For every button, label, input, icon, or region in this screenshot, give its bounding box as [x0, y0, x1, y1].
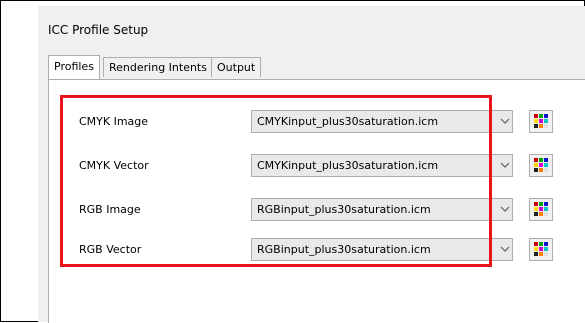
tab-rendering-intents[interactable]: Rendering Intents [103, 57, 213, 77]
dialog-title: ICC Profile Setup [48, 23, 149, 37]
cmyk-image-color-button[interactable] [529, 110, 553, 133]
profiles-panel: CMYK Image CMYKinput_plus30saturation.ic… [48, 79, 585, 323]
chevron-down-icon [500, 118, 510, 124]
rgb-image-color-button[interactable] [529, 198, 553, 221]
cmyk-image-profile-value: CMYKinput_plus30saturation.icm [257, 115, 439, 128]
color-palette-icon [534, 242, 548, 256]
chevron-down-icon [500, 206, 510, 212]
color-palette-icon [534, 114, 548, 128]
cmyk-vector-profile-value: CMYKinput_plus30saturation.icm [257, 159, 439, 172]
tab-output[interactable]: Output [211, 57, 262, 77]
tab-profiles[interactable]: Profiles [48, 55, 100, 79]
rgb-image-label: RGB Image [79, 203, 141, 216]
rgb-image-profile-value: RGBinput_plus30saturation.icm [257, 203, 431, 216]
color-palette-icon [534, 158, 548, 172]
rgb-image-profile-select[interactable]: RGBinput_plus30saturation.icm [251, 198, 513, 221]
chevron-down-icon [500, 246, 510, 252]
cmyk-vector-label: CMYK Vector [79, 159, 149, 172]
cmyk-vector-color-button[interactable] [529, 154, 553, 177]
rgb-vector-color-button[interactable] [529, 238, 553, 261]
cmyk-vector-profile-select[interactable]: CMYKinput_plus30saturation.icm [251, 154, 513, 177]
cmyk-image-label: CMYK Image [79, 115, 149, 128]
chevron-down-icon [500, 162, 510, 168]
cmyk-image-profile-select[interactable]: CMYKinput_plus30saturation.icm [251, 110, 513, 133]
color-palette-icon [534, 202, 548, 216]
rgb-vector-label: RGB Vector [79, 243, 142, 256]
icc-profile-setup-dialog: ICC Profile Setup Profiles Rendering Int… [38, 6, 585, 323]
rgb-vector-profile-select[interactable]: RGBinput_plus30saturation.icm [251, 238, 513, 261]
rgb-vector-profile-value: RGBinput_plus30saturation.icm [257, 243, 431, 256]
